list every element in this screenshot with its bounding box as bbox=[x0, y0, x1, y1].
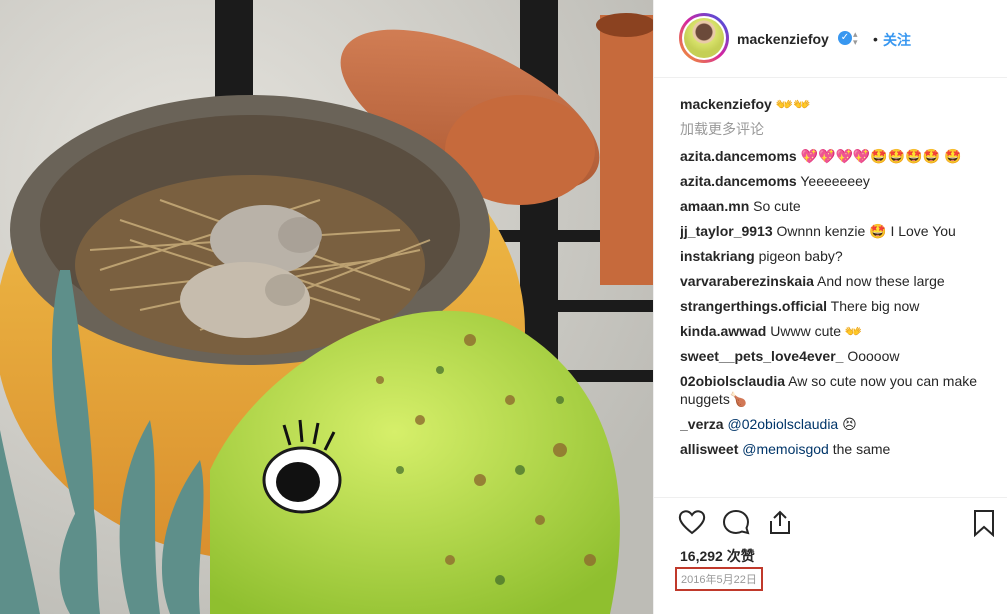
comment-text: 💖💖💖💖🤩🤩🤩🤩 🤩 bbox=[800, 148, 962, 164]
comment-text: pigeon baby? bbox=[758, 248, 843, 264]
nest-photo-illustration bbox=[0, 0, 653, 614]
comment-item: 02obiolsclaudia Aw so cute now you can m… bbox=[680, 372, 985, 408]
comment-text: the same bbox=[832, 441, 891, 457]
comment-item: _verza @02obiolsclaudia 😣 bbox=[680, 415, 985, 433]
comment-text: So cute bbox=[753, 198, 801, 214]
avatar[interactable] bbox=[679, 13, 729, 63]
caption-username[interactable]: mackenziefoy bbox=[680, 96, 772, 112]
comment-username[interactable]: 02obiolsclaudia bbox=[680, 373, 785, 389]
post-date[interactable]: 2016年5月22日 bbox=[675, 567, 763, 591]
post-photo[interactable] bbox=[0, 0, 653, 614]
comment-item: instakriang pigeon baby? bbox=[680, 247, 985, 265]
caption-text: 👐👐 bbox=[775, 96, 811, 112]
comment-username[interactable]: amaan.mn bbox=[680, 198, 749, 214]
comment-username[interactable]: allisweet bbox=[680, 441, 738, 457]
comment-item: jj_taylor_9913 Ownnn kenzie 🤩 I Love You bbox=[680, 222, 985, 240]
comment-username[interactable]: jj_taylor_9913 bbox=[680, 223, 773, 239]
likes-count[interactable]: 16,292 次赞 bbox=[680, 546, 755, 566]
comment-icon[interactable] bbox=[722, 509, 750, 540]
comment-text: Ooooow bbox=[847, 348, 900, 364]
verified-badge-icon: ✓ bbox=[838, 31, 852, 45]
comment-username[interactable]: kinda.awwad bbox=[680, 323, 766, 339]
comment-mention-link[interactable]: @02obiolsclaudia bbox=[727, 416, 838, 432]
comment-username[interactable]: instakriang bbox=[680, 248, 755, 264]
username-link[interactable]: mackenziefoy bbox=[737, 31, 829, 47]
caption: mackenziefoy 👐👐 bbox=[680, 95, 985, 113]
comment-item: azita.dancemoms 💖💖💖💖🤩🤩🤩🤩 🤩 bbox=[680, 147, 985, 165]
post-side-panel: mackenziefoy ✓ ▴ ▾ • 关注 mackenziefoy 👐👐 加… bbox=[653, 0, 1007, 614]
chevron-updown-icon: ▴ ▾ bbox=[853, 29, 858, 47]
load-more-comments-button[interactable]: 加载更多评论 bbox=[680, 120, 985, 138]
separator-dot: • bbox=[873, 31, 878, 47]
post-actions: 16,292 次赞 2016年5月22日 bbox=[654, 497, 1007, 615]
comment-text: And now these large bbox=[817, 273, 945, 289]
comment-item: amaan.mn So cute bbox=[680, 197, 985, 215]
instagram-post: mackenziefoy ✓ ▴ ▾ • 关注 mackenziefoy 👐👐 加… bbox=[0, 0, 1007, 614]
comment-text: Yeeeeeeey bbox=[800, 173, 870, 189]
comment-username[interactable]: azita.dancemoms bbox=[680, 148, 797, 164]
comment-item: strangerthings.official There big now bbox=[680, 297, 985, 315]
comment-username[interactable]: azita.dancemoms bbox=[680, 173, 797, 189]
comments-list[interactable]: mackenziefoy 👐👐 加载更多评论 azita.dancemoms 💖… bbox=[680, 95, 985, 497]
follow-button[interactable]: 关注 bbox=[883, 30, 911, 50]
comment-username[interactable]: sweet__pets_love4ever_ bbox=[680, 348, 843, 364]
comment-text: Uwww cute 👐 bbox=[770, 323, 863, 339]
share-icon[interactable] bbox=[766, 509, 794, 540]
post-header: mackenziefoy ✓ ▴ ▾ • 关注 bbox=[654, 0, 1007, 78]
heart-icon[interactable] bbox=[678, 509, 706, 540]
comment-mention-link[interactable]: @memoisgod bbox=[742, 441, 829, 457]
bookmark-icon[interactable] bbox=[972, 509, 996, 542]
avatar-image bbox=[684, 18, 724, 58]
comment-username[interactable]: varvaraberezinskaia bbox=[680, 273, 814, 289]
comment-text: 😣 bbox=[842, 416, 857, 432]
comment-text: Ownnn kenzie 🤩 I Love You bbox=[776, 223, 956, 239]
comment-username[interactable]: _verza bbox=[680, 416, 724, 432]
comment-item: varvaraberezinskaia And now these large bbox=[680, 272, 985, 290]
comment-item: allisweet @memoisgod the same bbox=[680, 440, 985, 458]
comment-item: sweet__pets_love4ever_ Ooooow bbox=[680, 347, 985, 365]
comment-username[interactable]: strangerthings.official bbox=[680, 298, 827, 314]
comment-text: There big now bbox=[830, 298, 920, 314]
comment-item: kinda.awwad Uwww cute 👐 bbox=[680, 322, 985, 340]
comment-item: azita.dancemoms Yeeeeeeey bbox=[680, 172, 985, 190]
